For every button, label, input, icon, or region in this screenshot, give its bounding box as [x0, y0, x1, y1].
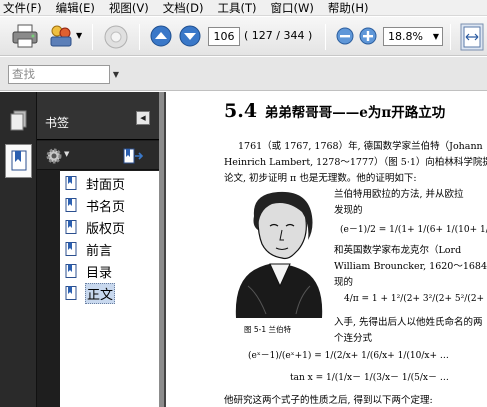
para-line: 兰伯特用欧拉的方法, 并从欧拉 — [334, 189, 464, 200]
previous-page-icon[interactable] — [150, 25, 172, 47]
collaborate-icon[interactable] — [48, 23, 74, 49]
bookmark-label: 正文 — [85, 282, 116, 304]
document-edge — [164, 92, 166, 407]
bookmark-panel-header: 书签 ◀ — [37, 92, 159, 140]
figure-caption: 图 5-1 兰伯特 — [244, 325, 292, 334]
bookmark-icon — [65, 264, 77, 278]
para-line: 他研究这两个式子的性质之后, 得到以下两个定理: — [224, 395, 433, 406]
bookmark-icon — [65, 220, 77, 234]
equation: tan x = 1/(1/x－ 1/(3/x－ 1/(5/x－ … — [290, 373, 449, 383]
pages-icon — [10, 110, 26, 131]
lambert-portrait-image — [235, 191, 323, 318]
bookmark-item[interactable]: 封面页 — [65, 173, 126, 193]
print-icon[interactable] — [12, 24, 38, 48]
bookmark-item[interactable]: 目录 — [65, 261, 113, 281]
para-line: 发现的 — [334, 205, 363, 216]
next-page-icon[interactable] — [179, 25, 201, 47]
bookmark-item[interactable]: 前言 — [65, 239, 113, 259]
para-line: 论文, 初步证明 π 也是无理数。他的证明如下: — [224, 173, 417, 184]
para-line: 现的 — [334, 277, 354, 288]
chevron-down-icon[interactable]: ▼ — [76, 31, 82, 40]
bookmark-icon — [65, 286, 77, 300]
bookmark-item[interactable]: 书名页 — [65, 195, 126, 215]
bookmarks-panel-button[interactable] — [5, 144, 32, 178]
expand-bookmark-icon[interactable] — [123, 147, 143, 165]
menu-view[interactable]: 视图(V) — [109, 0, 149, 16]
bookmark-icon — [11, 150, 26, 171]
find-toolbar: 查找 ▼ — [0, 57, 487, 91]
para-line: William Brouncker, 1620～1684）发 — [334, 261, 487, 272]
para-line: 1761（或 1767, 1768）年, 德国数学家兰伯特（Johann — [238, 141, 483, 152]
page-count: ( 127 / 344 ) — [244, 29, 313, 42]
page-number-input[interactable]: 106 — [208, 27, 240, 46]
pages-panel-button[interactable] — [5, 104, 32, 138]
bookmark-label: 前言 — [86, 243, 113, 259]
menu-help[interactable]: 帮助(H) — [328, 0, 369, 16]
equation: (e－1)/2 = 1/(1+ 1/(6+ 1/(10+ 1/(14+ … — [340, 225, 487, 235]
bookmark-label: 版权页 — [86, 221, 126, 237]
para-line: 入手, 先得出后人以他姓氏命名的两 — [334, 317, 483, 328]
section-heading: 5.4 弟弟帮哥哥——e为π开路立功 — [224, 100, 445, 122]
para-line: Heinrich Lambert, 1278～1777）（图 5·1）向柏林科学… — [224, 157, 487, 168]
menu-tools[interactable]: 工具(T) — [218, 0, 257, 16]
bookmark-icon — [65, 198, 77, 212]
zoom-in-icon[interactable] — [359, 27, 377, 45]
bookmark-item-selected[interactable]: 正文 — [65, 282, 116, 304]
document-view[interactable]: 5.4 弟弟帮哥哥——e为π开路立功 1761（或 1767, 1768）年, … — [159, 92, 487, 407]
section-title: 弟弟帮哥哥——e为π开路立功 — [264, 105, 446, 121]
bookmark-tree: 封面页 书名页 版权页 前言 目录 正文 — [60, 171, 159, 407]
menu-bar: 文件(F) 编辑(E) 视图(V) 文档(D) 工具(T) 窗口(W) 帮助(H… — [0, 0, 487, 16]
bookmark-item[interactable]: 版权页 — [65, 217, 126, 237]
bookmark-panel-title: 书签 — [45, 116, 70, 130]
section-number: 5.4 — [224, 100, 258, 122]
para-line: 和英国数学家布龙克尔（Lord — [334, 245, 462, 256]
zoom-dropdown-icon[interactable]: ▼ — [429, 27, 443, 46]
find-input[interactable]: 查找 — [8, 65, 110, 84]
para-line: 个连分式 — [334, 333, 373, 344]
bookmark-tools: ▼ — [37, 141, 159, 170]
bookmark-label: 书名页 — [86, 199, 126, 215]
options-gear-icon[interactable] — [46, 148, 62, 164]
equation: (eˣ－1)/(eˣ+1) = 1/(2/x+ 1/(6/x+ 1/(10/x+… — [248, 351, 449, 361]
menu-edit[interactable]: 编辑(E) — [56, 0, 95, 16]
attach-icon — [104, 25, 128, 49]
bookmark-label: 目录 — [86, 265, 113, 281]
bookmark-icon — [65, 242, 77, 256]
navigation-strip — [0, 92, 37, 407]
find-dropdown-icon[interactable]: ▼ — [110, 65, 122, 84]
menu-file[interactable]: 文件(F) — [3, 0, 42, 16]
menu-document[interactable]: 文档(D) — [163, 0, 204, 16]
menu-window[interactable]: 窗口(W) — [271, 0, 314, 16]
bookmark-label: 封面页 — [86, 177, 126, 193]
equation: 4/π = 1 + 1²/(2+ 3²/(2+ 5²/(2+ … — [344, 294, 487, 304]
bookmark-icon — [65, 176, 77, 190]
fit-page-icon[interactable] — [460, 23, 484, 51]
zoom-out-icon[interactable] — [336, 27, 354, 45]
document-page: 5.4 弟弟帮哥哥——e为π开路立功 1761（或 1767, 1768）年, … — [166, 92, 487, 407]
chevron-down-icon[interactable]: ▼ — [64, 150, 69, 158]
collapse-panel-button[interactable]: ◀ — [136, 111, 150, 125]
bookmark-panel: 书签 ◀ ▼ 封面页 书名页 版权页 前言 目录 正文 — [37, 92, 159, 407]
